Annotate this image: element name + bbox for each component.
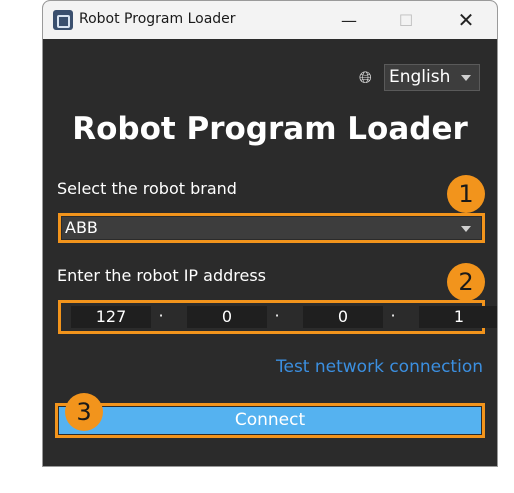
brand-label: Select the robot brand: [57, 179, 237, 198]
ip-separator: ·: [274, 306, 280, 325]
title-bar: Robot Program Loader — ☐ ✕: [43, 1, 497, 39]
ip-octet-1[interactable]: 127: [71, 306, 151, 328]
connect-button[interactable]: Connect: [59, 407, 481, 434]
brand-select-highlight: ABB: [58, 213, 485, 243]
page-title: Robot Program Loader: [72, 111, 468, 147]
ip-octet-2[interactable]: 0: [187, 306, 267, 328]
globe-icon: 🌐︎: [359, 68, 372, 87]
minimize-button[interactable]: —: [326, 1, 372, 39]
ip-label: Enter the robot IP address: [57, 266, 267, 285]
close-button[interactable]: ✕: [443, 1, 489, 39]
step-badge-1: 1: [447, 175, 485, 213]
ip-separator: ·: [158, 306, 164, 325]
brand-select[interactable]: ABB: [62, 217, 481, 239]
chevron-down-icon: [461, 75, 471, 81]
ip-separator: ·: [390, 306, 396, 325]
ip-input-highlight: 127 · 0 · 0 · 1: [58, 300, 497, 334]
maximize-button[interactable]: ☐: [383, 1, 429, 39]
connect-button-highlight: Connect: [55, 403, 485, 438]
step-badge-3: 3: [65, 393, 103, 431]
app-icon: [53, 10, 73, 30]
chevron-down-icon: [461, 226, 471, 232]
brand-selected-value: ABB: [65, 218, 98, 237]
test-network-link[interactable]: Test network connection: [43, 357, 483, 377]
language-select[interactable]: English: [384, 64, 480, 91]
window-title: Robot Program Loader: [79, 11, 236, 27]
app-window: Robot Program Loader — ☐ ✕ 🌐︎ English Ro…: [42, 0, 498, 467]
ip-octet-3[interactable]: 0: [303, 306, 383, 328]
step-badge-2: 2: [447, 263, 485, 301]
ip-octet-4[interactable]: 1: [419, 306, 497, 328]
language-selected-value: English: [389, 67, 451, 87]
